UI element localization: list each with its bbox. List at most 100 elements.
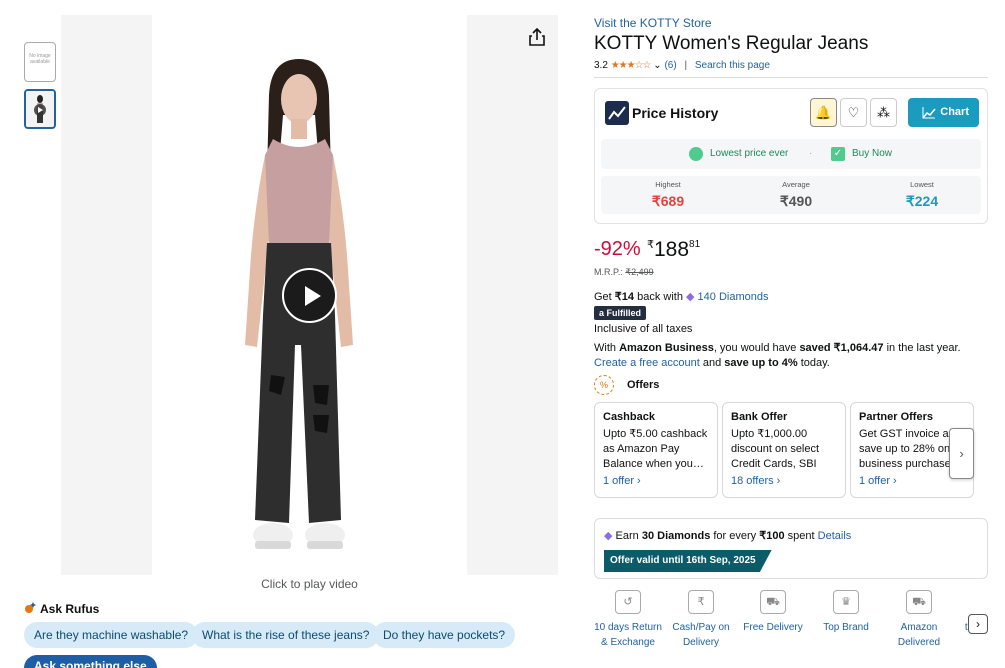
rufus-chip-washable[interactable]: Are they machine washable? <box>24 622 199 648</box>
search-page-link[interactable]: Search this page <box>695 60 770 71</box>
stat-label: Average <box>782 180 810 189</box>
share-icon[interactable] <box>526 26 548 48</box>
feature-cod[interactable]: ₹ Cash/Pay on Delivery <box>665 590 737 650</box>
stat-label: Lowest <box>910 180 934 189</box>
price-history-title: Price History <box>632 105 719 121</box>
stat-label: Highest <box>655 180 681 189</box>
cash-icon: ₹ <box>688 590 714 614</box>
earn-text: Earn <box>615 530 639 542</box>
feature-label: Top Brand <box>823 622 869 633</box>
offer-valid-badge: Offer valid until 16th Sep, 2025 <box>604 550 772 572</box>
offer-heading: Cashback <box>603 411 655 423</box>
diamond-icon: ◆ <box>604 530 613 542</box>
truck-icon: ⛟ <box>760 590 786 614</box>
biz-pre: With <box>594 342 616 354</box>
business-line: With Amazon Business, you would have sav… <box>594 341 961 354</box>
cashback-amount: ₹14 <box>614 291 635 303</box>
ask-something-else-button[interactable]: Ask something else <box>24 655 157 668</box>
chevron-down-icon[interactable]: ⌄ <box>653 60 661 71</box>
mrp-value: ₹2,499 <box>625 267 654 277</box>
rufus-title: Ask Rufus <box>40 602 100 616</box>
offers-next-button[interactable]: › <box>949 428 974 479</box>
offer-desc: Upto ₹1,000.00 discount on select Credit… <box>731 428 820 470</box>
header-divider <box>594 77 988 78</box>
video-caption: Click to play video <box>261 577 358 591</box>
diamond-count: 30 Diamonds <box>641 530 711 542</box>
create-post: today. <box>800 357 830 369</box>
offer-card-cashback[interactable]: Cashback Upto ₹5.00 cashback as Amazon P… <box>594 402 718 498</box>
rating-count-link[interactable]: (6) <box>664 60 676 71</box>
lowest-price-label: Lowest price ever <box>710 148 789 159</box>
stat-value: ₹689 <box>651 193 685 209</box>
stat-lowest: Lowest ₹224 <box>872 180 972 210</box>
video-thumb-icon <box>26 91 54 127</box>
rufus-chip-pockets[interactable]: Do they have pockets? <box>373 622 516 648</box>
feature-label: 10 days Return & Exchange <box>594 622 662 648</box>
for-every-text: for every <box>713 530 757 542</box>
get-text: Get <box>594 291 612 303</box>
price-fraction: 81 <box>689 239 701 250</box>
create-mid: and <box>702 357 722 369</box>
amazon-delivered-icon: ⛟ <box>906 590 932 614</box>
fulfilled-label: Fulfilled <box>606 308 642 318</box>
price-status-bar: Lowest price ever · ✓ Buy Now <box>601 139 981 169</box>
feature-free-delivery[interactable]: ⛟ Free Delivery <box>737 590 809 635</box>
price-history-card: Price History 🔔 ♡ ⁂ Chart Lowest price e… <box>594 88 988 224</box>
fulfilled-badge: a Fulfilled <box>594 306 647 320</box>
back-with-text: back with <box>637 291 683 303</box>
chart-button-label: Chart <box>940 106 969 118</box>
feature-amazon-delivered[interactable]: ⛟ Amazon Delivered <box>883 590 955 650</box>
chart-button[interactable]: Chart <box>908 98 979 127</box>
diamond-icon: ◆ <box>686 291 695 303</box>
chevron-right-icon: › <box>959 446 964 461</box>
amazon-a-icon: a <box>599 308 605 318</box>
buy-now-label: Buy Now <box>852 148 893 159</box>
thumbnail-video[interactable] <box>24 89 56 129</box>
heart-icon[interactable]: ♡ <box>840 98 867 127</box>
store-link[interactable]: Visit the KOTTY Store <box>594 16 712 30</box>
thumbnail-no-image[interactable]: No image available <box>24 42 56 82</box>
create-account-line: Create a free account and save up to 4% … <box>594 357 830 369</box>
rating-stars[interactable]: ★★★☆☆ <box>611 60 652 71</box>
lowest-indicator-icon <box>689 147 703 161</box>
chevron-right-icon: › <box>976 617 980 631</box>
chart-icon <box>922 107 936 119</box>
image-right-pad <box>467 15 558 575</box>
offer-link[interactable]: 18 offers › <box>731 475 837 487</box>
feature-top-brand[interactable]: ♛ Top Brand <box>810 590 882 635</box>
offers-title: Offers <box>627 379 660 391</box>
diamonds-link[interactable]: 140 Diamonds <box>698 291 769 303</box>
discount-percent: -92% <box>594 238 641 260</box>
spent-text: spent <box>787 530 815 542</box>
offer-card-bank[interactable]: Bank Offer Upto ₹1,000.00 discount on se… <box>722 402 846 498</box>
details-link[interactable]: Details <box>818 530 852 542</box>
offers-icon: % <box>594 375 614 395</box>
compare-icon[interactable]: ⁂ <box>870 98 897 127</box>
mrp: M.R.P.: ₹2,499 <box>594 267 654 278</box>
status-dot: · <box>809 148 813 159</box>
rating-value: 3.2 <box>594 60 608 71</box>
feature-return[interactable]: ↺ 10 days Return & Exchange <box>592 590 664 650</box>
offer-desc: Upto ₹5.00 cashback as Amazon Pay Balanc… <box>603 428 708 470</box>
create-account-link[interactable]: Create a free account <box>594 357 700 369</box>
feature-label: Free Delivery <box>743 622 803 633</box>
rating-row: 3.2 ★★★☆☆ ⌄ (6) | Search this page <box>594 60 770 71</box>
product-title: KOTTY Women's Regular Jeans <box>594 33 869 54</box>
features-next-button[interactable]: › <box>968 614 988 634</box>
biz-saved: saved ₹1,064.47 <box>799 342 884 354</box>
diamonds-line: ◆ Earn 30 Diamonds for every ₹100 spent … <box>604 529 851 542</box>
rating-separator: | <box>684 60 688 71</box>
offer-heading: Partner Offers <box>859 411 933 423</box>
return-icon: ↺ <box>615 590 641 614</box>
rufus-chip-rise[interactable]: What is the rise of these jeans? <box>192 622 380 648</box>
offer-link[interactable]: 1 offer › <box>603 475 709 487</box>
stat-highest: Highest ₹689 <box>618 180 718 210</box>
rufus-icon <box>25 602 36 613</box>
taxes-text: Inclusive of all taxes <box>594 323 693 335</box>
biz-post: in the last year. <box>886 342 961 354</box>
bell-icon[interactable]: 🔔 <box>810 98 837 127</box>
image-left-pad <box>61 15 152 575</box>
play-video-button[interactable] <box>282 268 337 323</box>
trophy-icon: ♛ <box>833 590 859 614</box>
price-whole: 188 <box>654 238 690 261</box>
